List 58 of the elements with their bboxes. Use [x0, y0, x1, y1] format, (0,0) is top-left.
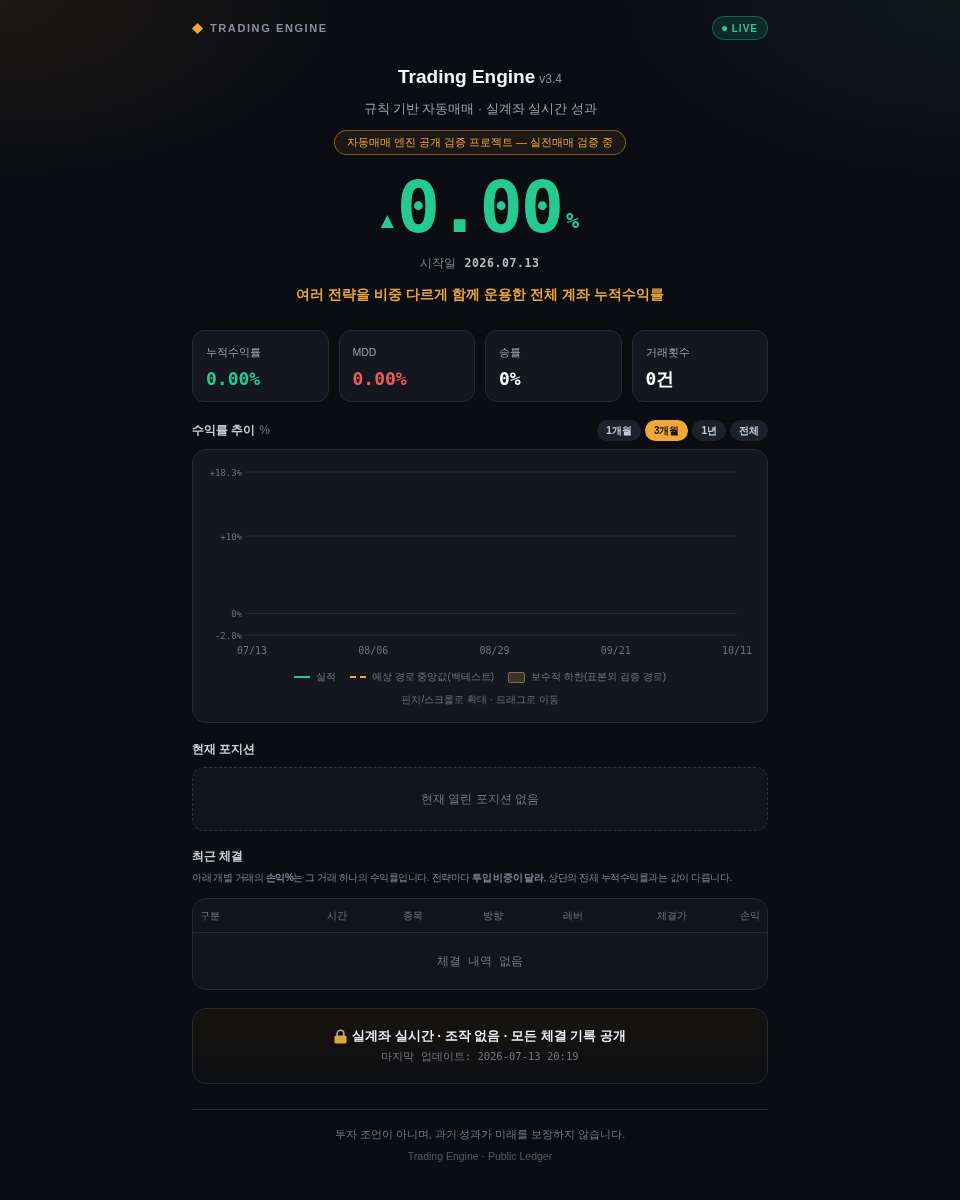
column-header: 레버	[562, 908, 584, 923]
stat-label: 거래횟수	[645, 345, 690, 359]
up-triangle-icon: ▲	[380, 212, 394, 229]
legend-label: 보수적 하한(표본외 검증 경로)	[531, 670, 667, 684]
return-caption: 여러 전략을 비중 다르게 함께 운용한 전체 계좌 누적수익률	[296, 285, 664, 303]
x-axis-label: 08/06	[358, 645, 389, 656]
section-title: 최근 체결	[192, 848, 245, 864]
stat-label: 누적수익률	[206, 345, 261, 359]
legend-label: 실적	[315, 670, 336, 684]
x-axis-label: 07/13	[236, 645, 268, 656]
footer-credit: Trading Engine · Public Ledger	[406, 1149, 554, 1164]
range-tab[interactable]: 전체	[730, 420, 768, 441]
section-title: 현재 포지션	[192, 741, 257, 757]
total-return-value: 0.00	[396, 165, 563, 249]
chart-unit: %	[259, 423, 270, 437]
chart-hint: 핀치/스크롤로 확대 · 드래그로 이동	[401, 693, 559, 707]
y-axis-label: +10%	[220, 531, 242, 542]
lock-icon	[334, 1029, 348, 1044]
stat-value: 0.00%	[206, 368, 261, 390]
column-header: 체결가	[656, 908, 688, 923]
empty-trades-message: 체결 내역 없음	[436, 952, 524, 970]
stat-label: 승률	[499, 345, 521, 359]
y-axis-label: 0%	[231, 608, 242, 619]
status-dot-icon	[721, 25, 727, 31]
page-subtitle: 규칙 기반 자동매매 · 실계좌 실시간 성과	[363, 101, 597, 118]
y-axis-label: -2.8%	[214, 630, 242, 641]
disclaimer-text: 투자 조언이 아니며, 과거 성과가 미래를 보장하지 않습니다.	[333, 1127, 627, 1142]
range-tab[interactable]: 3개월	[644, 420, 689, 441]
x-axis-label: 08/29	[479, 645, 510, 656]
ledger-title: 실계좌 실시간 · 조작 없음 · 모든 체결 기록 공개	[352, 1028, 626, 1045]
x-axis-label: 10/11	[721, 645, 753, 656]
legend-label: 예상 경로 중앙값(백테스트)	[371, 670, 495, 684]
stat-value: 0건	[645, 368, 675, 390]
version-label: v3.4	[539, 71, 562, 88]
x-axis-label: 09/21	[600, 645, 631, 656]
start-date-value: 2026.07.13	[464, 255, 540, 271]
stat-label: MDD	[352, 345, 377, 359]
column-header: 손익	[739, 908, 760, 923]
live-label: LIVE	[731, 22, 758, 34]
diamond-icon	[192, 22, 203, 34]
stat-value: 0%	[499, 368, 521, 390]
start-date-label: 시작일	[420, 256, 457, 271]
column-header: 종목	[402, 908, 424, 923]
column-header: 방향	[482, 908, 504, 923]
brand-name: TRADING ENGINE	[210, 22, 328, 34]
column-header: 시간	[327, 908, 348, 923]
trades-note: 아래 개별 거래의 손익%는 그 거래 하나의 수익률입니다. 전략마다 투입 비중이 달라, 상단의 전체 누적수익률과는 값이 다릅니다.	[192, 871, 733, 885]
last-updated-text: 마지막 업데이트: 2026-07-13 20:19	[381, 1050, 579, 1064]
range-tab[interactable]: 1년	[692, 420, 726, 441]
empty-positions-panel: 현재 열린 포지션 없음	[192, 767, 768, 831]
column-header: 구분	[200, 908, 221, 923]
project-badge: 자동매매 엔진 공개 검증 프로젝트 — 실전매매 검증 중	[333, 130, 627, 155]
percent-unit: %	[566, 208, 580, 233]
stat-value: 0.00%	[352, 368, 407, 390]
chart-title: 수익률 추이	[192, 422, 256, 439]
range-tab[interactable]: 1개월	[597, 420, 641, 441]
page-title: Trading Engine	[398, 65, 536, 89]
y-axis-label: +18.3%	[209, 467, 242, 478]
